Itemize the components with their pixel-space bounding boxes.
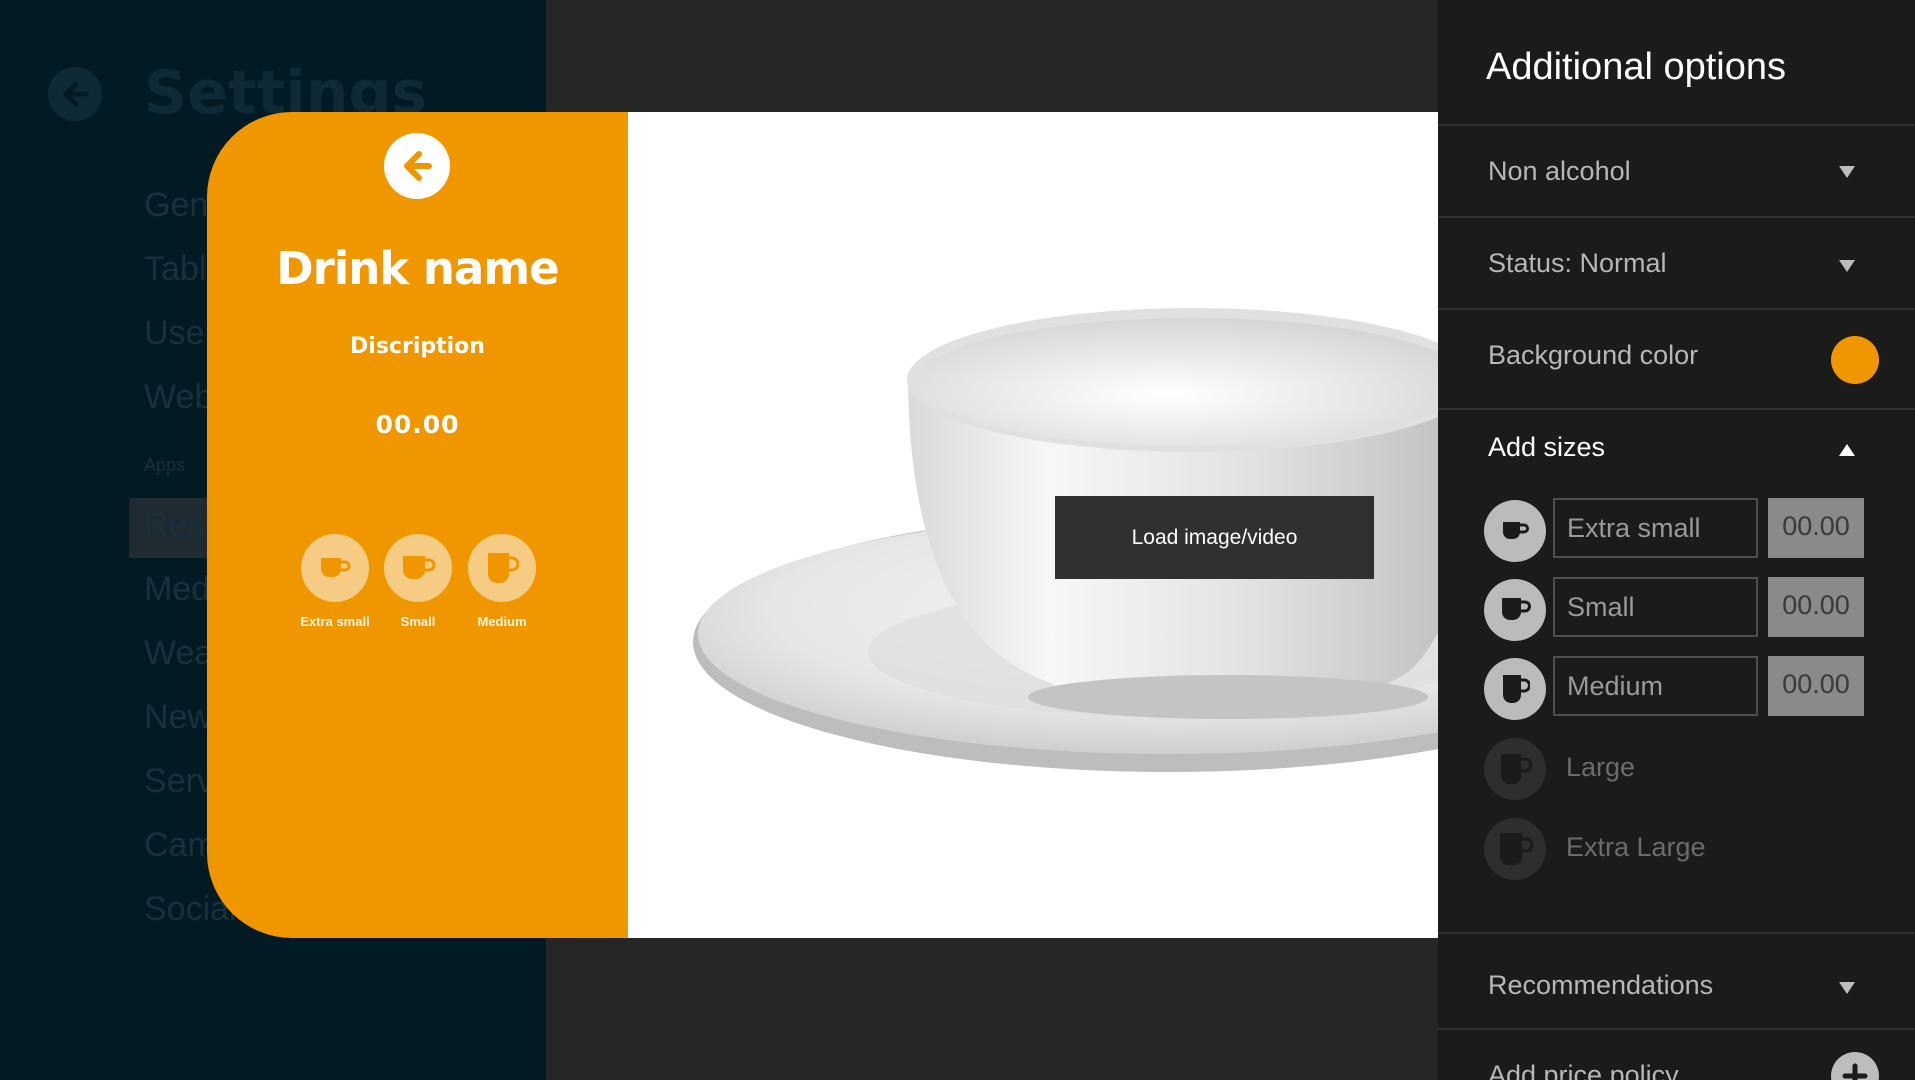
settings-apps-label: Apps <box>144 455 186 475</box>
arrow-left-icon <box>63 81 89 107</box>
size-price-input[interactable]: 00.00 <box>1768 498 1864 558</box>
size-row-extra-large: Extra Large <box>1484 816 1904 880</box>
cup-extra-small-icon <box>321 558 351 577</box>
size-toggle[interactable] <box>1484 500 1546 562</box>
size-name-input[interactable]: Extra small <box>1553 498 1758 558</box>
back-button[interactable] <box>384 133 450 199</box>
background-color-row: Background color <box>1438 308 1915 410</box>
add-price-policy-button[interactable] <box>1831 1052 1879 1080</box>
cup-extra-large-icon <box>1500 833 1533 865</box>
size-name-input[interactable]: Small <box>1553 577 1758 637</box>
size-price-input[interactable]: 00.00 <box>1768 577 1864 637</box>
additional-options-panel: Additional options Non alcohol Status: N… <box>1438 0 1915 1080</box>
background-color-label: Background color <box>1488 340 1699 370</box>
size-toggle[interactable] <box>1484 579 1546 641</box>
size-chip-extra-small[interactable]: Extra small <box>300 534 370 629</box>
plus-icon <box>1842 1063 1868 1080</box>
recommendations-dropdown[interactable]: Recommendations <box>1438 932 1915 1030</box>
recommendations-label: Recommendations <box>1488 970 1714 1000</box>
size-chip-small[interactable]: Small <box>384 534 452 629</box>
size-chip-label: Medium <box>477 614 527 629</box>
size-toggle[interactable] <box>1484 818 1546 880</box>
drink-price[interactable]: 00.00 <box>207 410 628 439</box>
status-dropdown[interactable]: Status: Normal <box>1438 216 1915 310</box>
settings-item-web[interactable]: Web <box>144 378 213 417</box>
size-chip-medium[interactable]: Medium <box>468 534 536 629</box>
price-policy-row[interactable]: Add price policy <box>1438 1028 1915 1080</box>
drink-preview-panel: Drink name Discription 00.00 Extra small… <box>207 112 628 938</box>
chevron-down-icon <box>1839 982 1855 994</box>
cup-small-icon <box>1502 598 1531 620</box>
settings-back-button[interactable] <box>48 67 102 121</box>
drink-name[interactable]: Drink name <box>207 242 628 295</box>
background-color-swatch[interactable] <box>1831 336 1879 384</box>
chevron-down-icon <box>1839 166 1855 178</box>
media-area[interactable]: Load image/video <box>628 112 1438 938</box>
size-name-label: Large <box>1566 752 1636 782</box>
cup-medium-icon <box>1503 675 1530 703</box>
drink-editor-card: Drink name Discription 00.00 Extra small… <box>207 112 1438 938</box>
load-image-video-button[interactable]: Load image/video <box>1055 496 1374 579</box>
chevron-up-icon[interactable] <box>1839 444 1855 456</box>
arrow-left-icon <box>404 151 432 181</box>
size-row-extra-small: Extra small 00.00 <box>1484 498 1904 562</box>
price-policy-label: Add price policy <box>1488 1060 1679 1080</box>
add-sizes-label[interactable]: Add sizes <box>1488 432 1605 463</box>
cup-small-icon <box>403 556 436 579</box>
size-row-large: Large <box>1484 736 1904 800</box>
size-toggle[interactable] <box>1484 658 1546 720</box>
size-name-label: Extra Large <box>1566 832 1706 862</box>
panel-title: Additional options <box>1486 46 1786 88</box>
drink-description[interactable]: Discription <box>207 334 628 359</box>
size-row-medium: Medium 00.00 <box>1484 656 1904 720</box>
cup-large-icon <box>1501 754 1532 784</box>
size-row-small: Small 00.00 <box>1484 577 1904 641</box>
size-name-input[interactable]: Medium <box>1553 656 1758 716</box>
chevron-down-icon <box>1839 260 1855 272</box>
size-toggle[interactable] <box>1484 738 1546 800</box>
cup-medium-icon <box>488 553 519 583</box>
add-sizes-section: Add sizes Extra small 00.00 Small 00.00 … <box>1438 408 1915 932</box>
category-dropdown[interactable]: Non alcohol <box>1438 124 1915 218</box>
size-price-input[interactable]: 00.00 <box>1768 656 1864 716</box>
cup-extra-small-icon <box>1503 522 1529 539</box>
category-value: Non alcohol <box>1488 156 1631 186</box>
status-value: Status: Normal <box>1488 248 1667 278</box>
